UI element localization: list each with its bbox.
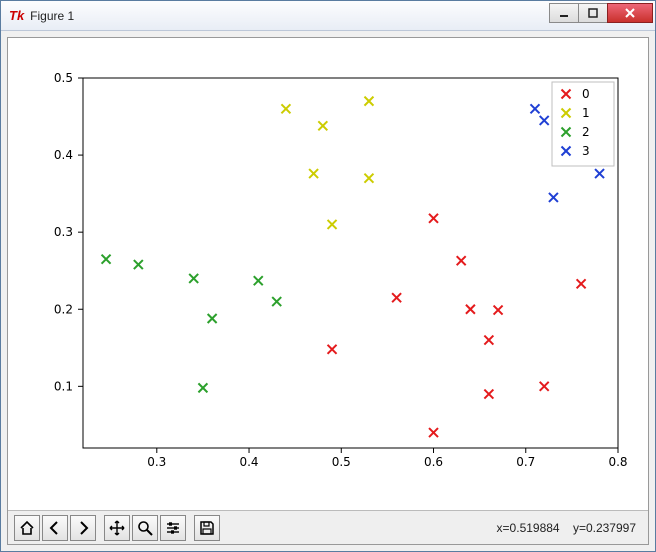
configure-button[interactable] [160,515,186,541]
svg-text:0.7: 0.7 [516,455,535,469]
minimize-button[interactable] [549,3,579,23]
svg-text:0.2: 0.2 [54,302,73,316]
save-button[interactable] [194,515,220,541]
forward-button[interactable] [70,515,96,541]
svg-text:0.3: 0.3 [147,455,166,469]
pan-button[interactable] [104,515,130,541]
back-button[interactable] [42,515,68,541]
svg-text:0.5: 0.5 [332,455,351,469]
client-area: 0.3 0.4 0.5 0.6 0.7 0.8 0.1 0.2 0.3 0.4 0.5 0 1 2 3 [7,37,649,545]
home-button[interactable] [14,515,40,541]
svg-text:0.8: 0.8 [608,455,627,469]
home-icon [19,520,35,536]
app-icon: Tk [9,8,24,23]
arrow-right-icon [75,520,91,536]
close-button[interactable] [607,3,653,23]
move-icon [109,520,125,536]
svg-text:0.4: 0.4 [54,148,73,162]
arrow-left-icon [47,520,63,536]
svg-text:2: 2 [582,125,590,139]
svg-text:0.5: 0.5 [54,71,73,85]
zoom-button[interactable] [132,515,158,541]
svg-text:0.4: 0.4 [239,455,258,469]
title-bar[interactable]: Tk Figure 1 [1,1,655,31]
window-controls [550,3,653,25]
svg-text:0.6: 0.6 [424,455,443,469]
svg-text:3: 3 [582,144,590,158]
svg-text:0.3: 0.3 [54,225,73,239]
matplotlib-toolbar: x=0.519884 y=0.237997 [8,510,648,544]
maximize-button[interactable] [578,3,608,23]
scatter-plot: 0.3 0.4 0.5 0.6 0.7 0.8 0.1 0.2 0.3 0.4 0.5 0 1 2 3 [8,38,648,510]
svg-text:0.1: 0.1 [54,379,73,393]
plot-canvas[interactable]: 0.3 0.4 0.5 0.6 0.7 0.8 0.1 0.2 0.3 0.4 0.5 0 1 2 3 [8,38,648,510]
cursor-coordinates: x=0.519884 y=0.237997 [497,521,642,535]
save-icon [199,520,215,536]
app-window: Tk Figure 1 0.30.40.50.60.70.80.10.20.30… [0,0,656,552]
sliders-icon [165,520,181,536]
svg-text:1: 1 [582,106,590,120]
magnifier-icon [137,520,153,536]
svg-text:0: 0 [582,87,590,101]
window-title: Figure 1 [30,9,550,23]
